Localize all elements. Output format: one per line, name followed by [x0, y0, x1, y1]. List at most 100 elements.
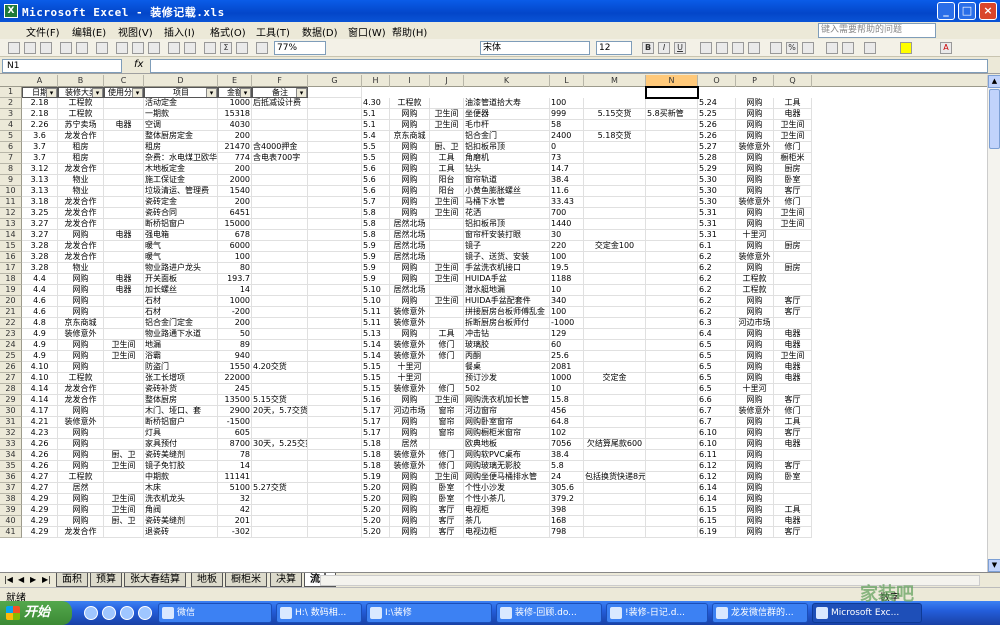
sheet-tab[interactable]: 决算 — [270, 573, 302, 587]
cell[interactable]: 6.2 — [698, 263, 736, 274]
cell[interactable]: 网购 — [58, 505, 104, 516]
cell[interactable]: 1000 — [550, 373, 584, 384]
cell[interactable]: 6.2 — [698, 296, 736, 307]
cell[interactable]: 4.17 — [22, 406, 58, 417]
cell[interactable] — [646, 219, 698, 230]
cell[interactable] — [646, 318, 698, 329]
cell[interactable]: 100 — [550, 98, 584, 109]
cell[interactable] — [252, 527, 308, 538]
cell[interactable]: 装修意外 — [736, 252, 774, 263]
cell[interactable]: -1000 — [550, 318, 584, 329]
cell[interactable] — [104, 131, 144, 142]
cell[interactable]: 3.7 — [22, 153, 58, 164]
cell[interactable] — [252, 252, 308, 263]
cell[interactable]: 网购 — [736, 417, 774, 428]
cell[interactable]: 地漏 — [144, 340, 218, 351]
cell[interactable]: 5.29 — [698, 164, 736, 175]
cell[interactable] — [308, 516, 362, 527]
cell[interactable]: 78 — [218, 450, 252, 461]
cell[interactable]: 5.16 — [362, 395, 390, 406]
cell[interactable]: 3.28 — [22, 252, 58, 263]
cell[interactable] — [584, 417, 646, 428]
cell[interactable] — [308, 417, 362, 428]
cell[interactable] — [104, 373, 144, 384]
cell[interactable]: 网购 — [58, 428, 104, 439]
cell[interactable]: 网购 — [736, 307, 774, 318]
menu-edit[interactable]: 编辑(E) — [72, 24, 106, 39]
cell[interactable]: 卫生间 — [430, 109, 464, 120]
cell[interactable] — [104, 439, 144, 450]
cell[interactable] — [430, 252, 464, 263]
cell[interactable]: 6.1 — [698, 241, 736, 252]
cell[interactable] — [308, 340, 362, 351]
cell[interactable] — [774, 483, 812, 494]
cell[interactable]: 电器 — [774, 362, 812, 373]
cell[interactable] — [308, 87, 362, 98]
scroll-down-icon[interactable]: ▼ — [988, 559, 1000, 572]
cell[interactable] — [584, 362, 646, 373]
cell[interactable] — [646, 307, 698, 318]
cell[interactable]: 3.28 — [22, 241, 58, 252]
cell[interactable] — [584, 428, 646, 439]
cell[interactable]: 700 — [550, 208, 584, 219]
cell[interactable]: 100 — [218, 252, 252, 263]
cell[interactable]: 网购 — [58, 307, 104, 318]
cell[interactable]: 3.27 — [22, 219, 58, 230]
cell[interactable]: 网购 — [390, 208, 430, 219]
cell[interactable]: 10 — [550, 285, 584, 296]
cell[interactable]: -1500 — [218, 417, 252, 428]
row-header[interactable]: 25 — [0, 351, 22, 362]
cell[interactable]: 装修意外 — [390, 307, 430, 318]
cell[interactable]: 网购 — [736, 131, 774, 142]
cell[interactable]: 3.18 — [22, 197, 58, 208]
cell[interactable] — [584, 186, 646, 197]
cell[interactable]: 网购洗衣机加长管 — [464, 395, 550, 406]
cell[interactable] — [584, 450, 646, 461]
cell[interactable] — [646, 395, 698, 406]
cell[interactable]: 6.11 — [698, 450, 736, 461]
cell[interactable]: 电视边柜 — [464, 527, 550, 538]
cell[interactable]: 8700 — [218, 439, 252, 450]
cell[interactable]: 5.31 — [698, 230, 736, 241]
cell[interactable]: 15000 — [218, 219, 252, 230]
row-header[interactable]: 26 — [0, 362, 22, 373]
cell[interactable] — [252, 428, 308, 439]
cell[interactable]: 客厅 — [430, 505, 464, 516]
cell[interactable]: 龙发合作 — [58, 384, 104, 395]
cell[interactable]: 卧室 — [774, 472, 812, 483]
cell[interactable]: 168 — [550, 516, 584, 527]
cell[interactable]: 使用分类 — [104, 87, 144, 98]
cell[interactable]: 网购 — [390, 395, 430, 406]
cell[interactable]: 5.7 — [362, 197, 390, 208]
cell[interactable]: 客厅 — [774, 296, 812, 307]
row-header[interactable]: 3 — [0, 109, 22, 120]
cell[interactable]: 4.30 — [362, 98, 390, 109]
cell[interactable] — [104, 109, 144, 120]
cell[interactable] — [584, 285, 646, 296]
taskbar-item[interactable]: !装修-日记.d... — [606, 603, 708, 623]
cell[interactable]: 1000 — [218, 296, 252, 307]
cell[interactable]: 网购 — [736, 461, 774, 472]
cell[interactable]: 4.26 — [22, 450, 58, 461]
cell[interactable]: 220 — [550, 241, 584, 252]
cell[interactable]: 居然北场 — [390, 285, 430, 296]
cell[interactable]: 网购 — [390, 417, 430, 428]
cell[interactable]: 999 — [550, 109, 584, 120]
cell[interactable]: 整体厨房 — [144, 395, 218, 406]
cell[interactable]: 4.6 — [22, 307, 58, 318]
cell[interactable]: 装修意外 — [736, 197, 774, 208]
cell[interactable]: 6.10 — [698, 428, 736, 439]
font-color-icon[interactable]: A — [940, 42, 952, 54]
cell[interactable] — [308, 109, 362, 120]
merge-center-icon[interactable] — [748, 42, 760, 54]
autosum-icon[interactable]: Σ — [220, 42, 232, 54]
cell[interactable]: 装修意外 — [58, 417, 104, 428]
cell[interactable]: 5.14 — [362, 351, 390, 362]
cell[interactable] — [252, 164, 308, 175]
cell[interactable]: 龙发合作 — [58, 241, 104, 252]
cell[interactable] — [584, 527, 646, 538]
cell[interactable]: 4.6 — [22, 296, 58, 307]
cell[interactable]: 5.18交货 — [584, 131, 646, 142]
cell[interactable] — [646, 494, 698, 505]
last-sheet-icon[interactable]: ▶| — [42, 575, 51, 584]
